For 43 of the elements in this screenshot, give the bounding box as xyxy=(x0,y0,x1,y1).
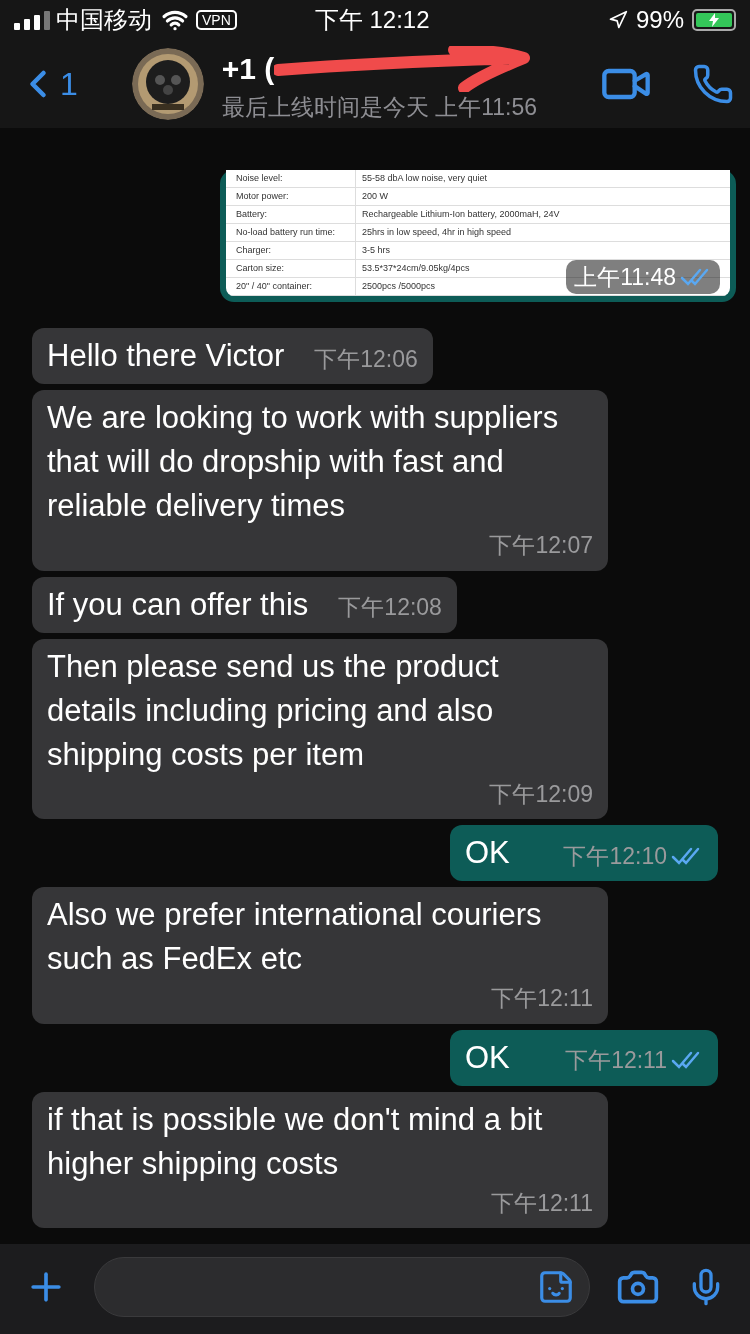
spec-label: Battery: xyxy=(236,206,356,223)
message-time: 下午12:08 xyxy=(338,593,442,622)
message-time: 下午12:09 xyxy=(489,779,593,809)
last-seen: 最后上线时间是今天 上午11:56 xyxy=(221,93,538,122)
battery-percent: 99% xyxy=(635,5,684,35)
signal-icon xyxy=(14,10,52,30)
spec-value: 55-58 dbA low noise, very quiet xyxy=(361,172,488,185)
message-text: Hello there Victor xyxy=(47,337,285,375)
spec-value: Rechargeable Lithium-Ion battery, 2000maH, 24V xyxy=(361,208,560,221)
spec-label: 20" / 40" container: xyxy=(236,278,356,295)
spec-label: No-load battery run time: xyxy=(236,224,356,241)
sticker-icon[interactable] xyxy=(537,1268,575,1306)
spec-value: 53.5*37*24cm/9.05kg/4pcs xyxy=(361,262,470,275)
message-text: OK xyxy=(465,834,510,872)
back-button[interactable]: 1 xyxy=(16,60,78,108)
spec-label: Noise level: xyxy=(236,170,356,187)
message-time: 下午12:10 xyxy=(563,841,667,871)
spec-value: 200 W xyxy=(361,190,388,203)
message-time: 下午12:07 xyxy=(489,531,593,560)
message-text: OK xyxy=(465,1038,510,1077)
message-time: 下午12:06 xyxy=(314,344,418,374)
clock: 下午 12:12 xyxy=(314,5,430,35)
spec-value: 3-5 hrs xyxy=(361,244,390,257)
vpn-badge: VPN xyxy=(196,10,237,30)
message-text: Then please send us the product details including pricing and also shipping costs per item xyxy=(47,647,500,774)
spec-label: Motor power: xyxy=(236,188,356,205)
spec-value: 2500pcs /5000pcs xyxy=(361,280,436,293)
carrier-name: 中国移动 xyxy=(56,5,152,35)
message-text: If you can offer this xyxy=(47,585,309,624)
phone-icon[interactable] xyxy=(692,63,734,105)
message-time: 下午12:11 xyxy=(491,1188,593,1218)
message-text: Also we prefer international couriers such as FedEx etc xyxy=(47,896,543,978)
message-time: 下午12:11 xyxy=(565,1046,667,1075)
image-bubble[interactable] xyxy=(220,170,736,302)
message-time: 上午11:48 xyxy=(574,262,676,292)
message-text: We are looking to work with suppliers that will do dropship with fast and reliable delivery times xyxy=(47,399,560,525)
spec-label: Charger: xyxy=(236,242,356,259)
location-icon xyxy=(607,10,628,30)
contact-name[interactable]: +1 ( xyxy=(221,51,275,87)
spec-label: Carton size: xyxy=(236,260,356,277)
message-text: if that is possible we don't mind a bit higher shipping costs xyxy=(47,1100,544,1183)
spec-value: 25hrs in low speed, 4hr in high speed xyxy=(361,226,512,239)
message-time: 下午12:11 xyxy=(491,984,593,1013)
